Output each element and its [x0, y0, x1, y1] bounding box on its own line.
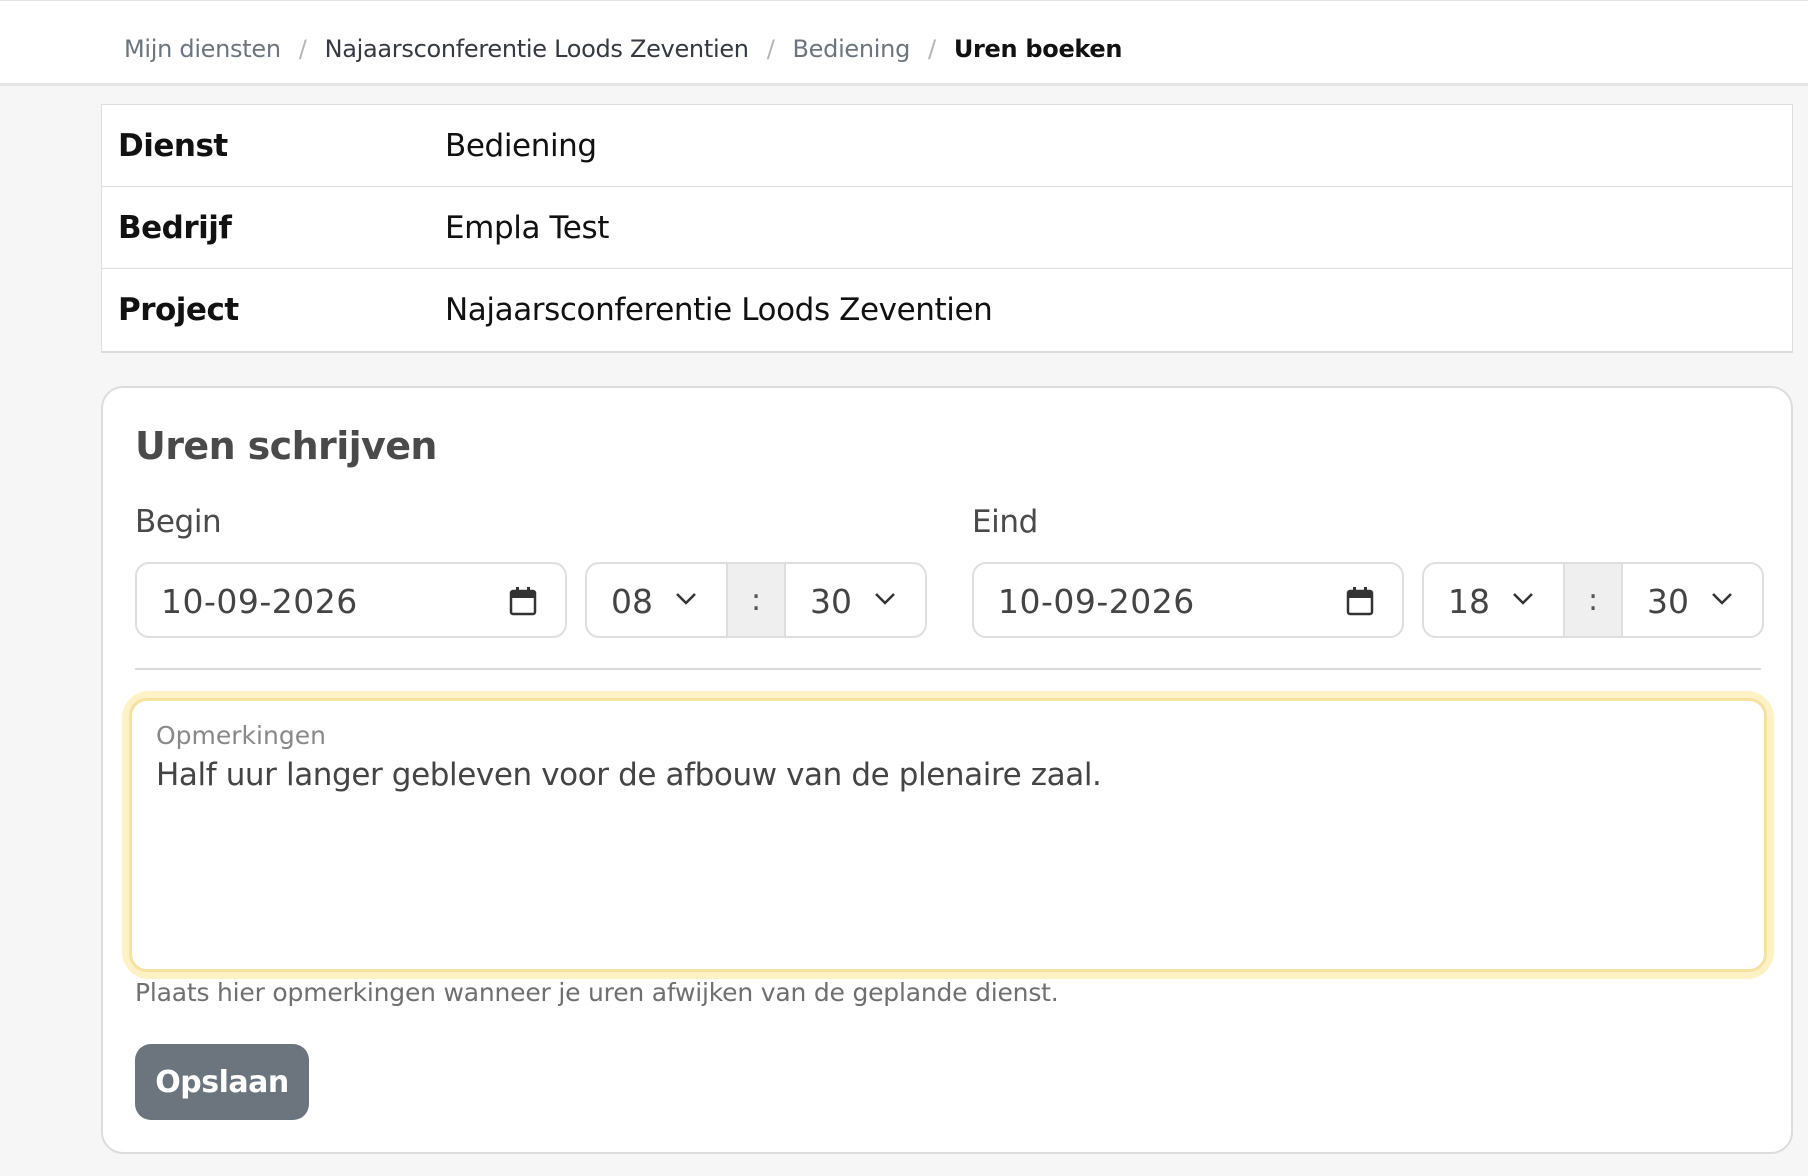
info-value: Bediening: [445, 127, 597, 164]
info-row-project: Project Najaarsconferentie Loods Zeventi…: [102, 269, 1792, 351]
info-label: Project: [118, 292, 239, 328]
end-time-group: 18 : 30: [1422, 562, 1764, 638]
end-label: Eind: [972, 504, 1038, 540]
info-row-company: Bedrijf Empla Test: [102, 187, 1792, 269]
end-hour-select[interactable]: 18: [1424, 564, 1563, 636]
divider: [135, 668, 1761, 670]
service-info-table: Dienst Bediening Bedrijf Empla Test Proj…: [101, 104, 1793, 353]
breadcrumb-current: Uren boeken: [953, 35, 1123, 63]
info-value: Najaarsconferentie Loods Zeventien: [445, 292, 993, 328]
form-title: Uren schrijven: [135, 424, 437, 468]
end-minute-select[interactable]: 30: [1623, 564, 1762, 636]
chevron-down-icon: [676, 593, 696, 605]
begin-minute-select[interactable]: 30: [786, 564, 925, 636]
info-value: Empla Test: [445, 209, 609, 246]
remarks-textarea[interactable]: Opmerkingen Half uur langer gebleven voo…: [129, 698, 1767, 972]
begin-minute-value: 30: [810, 582, 852, 621]
begin-label: Begin: [135, 504, 222, 540]
breadcrumb-separator: /: [298, 35, 307, 63]
save-button[interactable]: Opslaan: [135, 1044, 309, 1120]
info-label: Bedrijf: [118, 209, 232, 246]
breadcrumb-my-services[interactable]: Mijn diensten: [124, 35, 281, 63]
time-separator: :: [1563, 564, 1623, 636]
chevron-down-icon: [1712, 593, 1732, 605]
breadcrumb: Mijn diensten / Najaarsconferentie Loods…: [124, 35, 1123, 63]
calendar-icon[interactable]: [1346, 586, 1374, 616]
remarks-label: Opmerkingen: [156, 721, 326, 750]
top-bar: Mijn diensten / Najaarsconferentie Loods…: [0, 0, 1808, 86]
end-minute-value: 30: [1647, 582, 1689, 621]
hours-form-card: Uren schrijven Begin 10-09-2026 08 : 30 …: [101, 386, 1793, 1154]
time-separator: :: [726, 564, 786, 636]
calendar-icon[interactable]: [509, 586, 537, 616]
breadcrumb-service[interactable]: Bediening: [793, 35, 911, 63]
remarks-field: Opmerkingen Half uur langer gebleven voo…: [129, 698, 1767, 972]
breadcrumb-separator: /: [766, 35, 775, 63]
breadcrumb-project[interactable]: Najaarsconferentie Loods Zeventien: [325, 35, 749, 63]
begin-time-group: 08 : 30: [585, 562, 927, 638]
remarks-value: Half uur langer gebleven voor de afbouw …: [156, 757, 1102, 793]
begin-date-value: 10-09-2026: [161, 582, 358, 621]
end-hour-value: 18: [1448, 582, 1490, 621]
end-date-value: 10-09-2026: [998, 582, 1195, 621]
info-row-service: Dienst Bediening: [102, 105, 1792, 187]
remarks-help-text: Plaats hier opmerkingen wanneer je uren …: [135, 978, 1059, 1007]
begin-hour-select[interactable]: 08: [587, 564, 726, 636]
chevron-down-icon: [1513, 593, 1533, 605]
end-date-input[interactable]: 10-09-2026: [972, 562, 1404, 638]
breadcrumb-separator: /: [928, 35, 936, 63]
info-label: Dienst: [118, 127, 228, 164]
begin-date-input[interactable]: 10-09-2026: [135, 562, 567, 638]
begin-hour-value: 08: [611, 582, 653, 621]
chevron-down-icon: [875, 593, 895, 605]
